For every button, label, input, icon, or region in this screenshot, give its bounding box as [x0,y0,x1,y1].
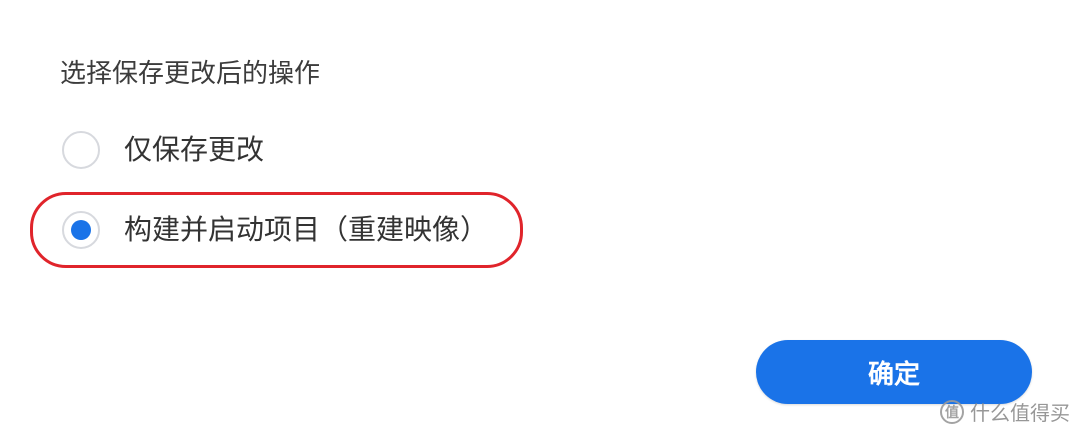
radio-unchecked-icon[interactable] [62,131,100,169]
confirm-button[interactable]: 确定 [756,340,1032,404]
option-save-only-label: 仅保存更改 [124,133,265,166]
option-build-and-start-label: 构建并启动项目（重建映像） [124,213,489,246]
option-save-only[interactable]: 仅保存更改 [62,128,264,172]
radio-checked-icon[interactable] [62,211,100,249]
watermark: 值 什么值得买 [940,397,1070,426]
prompt-label: 选择保存更改后的操作 [60,59,321,89]
radio-dot [71,220,91,240]
option-build-and-start[interactable]: 构建并启动项目（重建映像） [62,208,488,252]
save-action-dialog: 选择保存更改后的操作 仅保存更改 构建并启动项目（重建映像） 确定 值 什么值得… [0,0,1080,432]
watermark-text: 什么值得买 [970,401,1070,425]
watermark-logo-icon: 值 [940,399,964,424]
